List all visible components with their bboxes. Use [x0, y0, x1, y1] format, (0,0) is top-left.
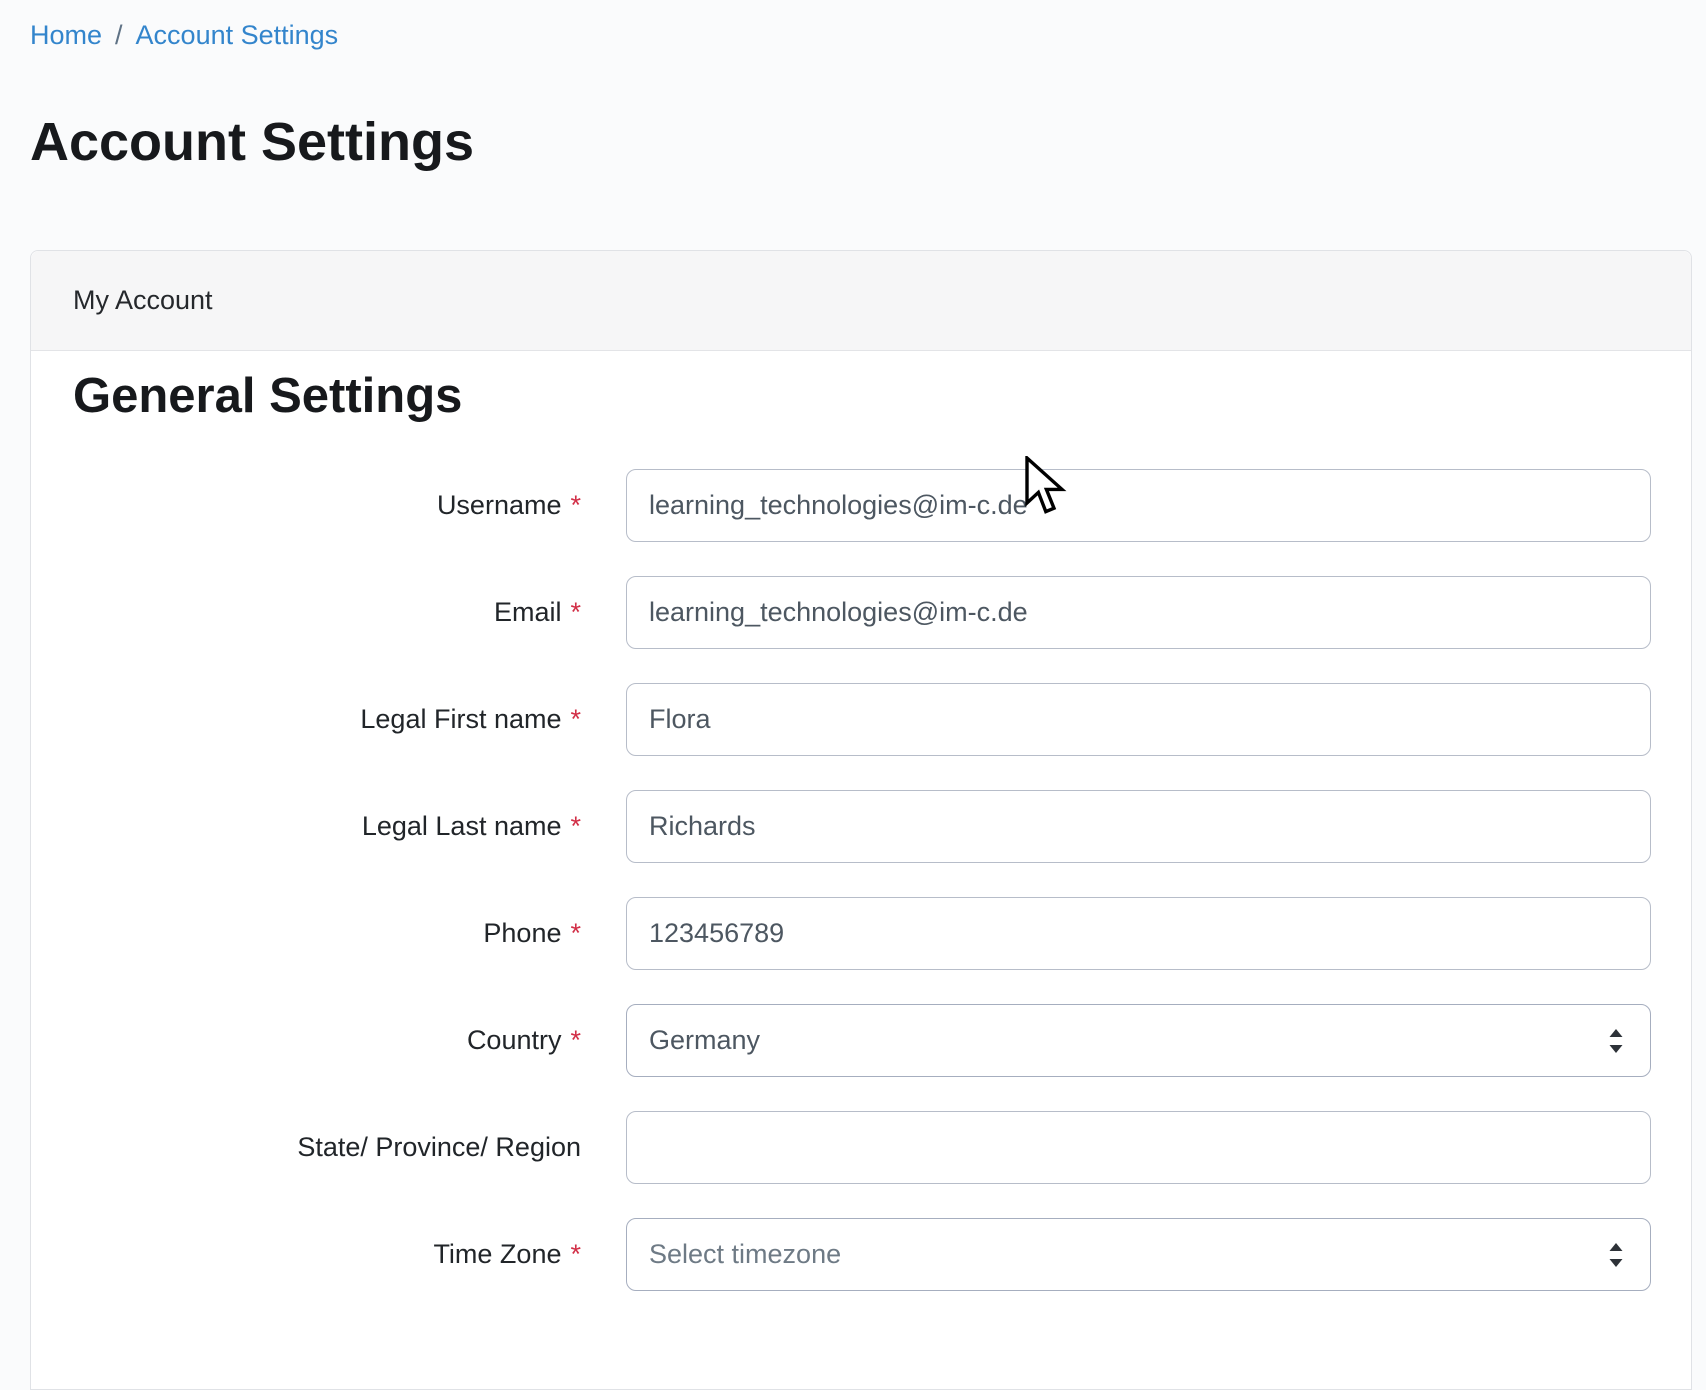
country-label: Country *	[73, 1025, 626, 1056]
phone-required-marker: *	[570, 918, 581, 948]
timezone-selected-value: Select timezone	[649, 1239, 841, 1270]
section-title: General Settings	[73, 369, 1651, 423]
timezone-label-text: Time Zone	[433, 1239, 561, 1269]
country-required-marker: *	[570, 1025, 581, 1055]
timezone-input-col: Select timezone	[626, 1218, 1651, 1291]
email-required-marker: *	[570, 597, 581, 627]
legal-last-name-label: Legal Last name *	[73, 811, 626, 842]
timezone-label: Time Zone *	[73, 1239, 626, 1270]
form-row-username: Username *	[73, 469, 1651, 542]
username-input[interactable]	[626, 469, 1651, 542]
state-input-col	[626, 1111, 1651, 1184]
email-label: Email *	[73, 597, 626, 628]
legal-last-name-input-col	[626, 790, 1651, 863]
form-row-country: Country * Germany	[73, 1004, 1651, 1077]
email-input-col	[626, 576, 1651, 649]
form-row-legal-first-name: Legal First name *	[73, 683, 1651, 756]
timezone-unfold-more-icon	[1606, 1240, 1626, 1270]
legal-last-name-required-marker: *	[570, 811, 581, 841]
username-label-text: Username	[437, 490, 562, 520]
username-input-col	[626, 469, 1651, 542]
breadcrumb-separator: /	[115, 20, 123, 50]
email-label-text: Email	[494, 597, 562, 627]
phone-label: Phone *	[73, 918, 626, 949]
state-label-text: State/ Province/ Region	[297, 1132, 581, 1162]
legal-first-name-label: Legal First name *	[73, 704, 626, 735]
form-row-timezone: Time Zone * Select timezone	[73, 1218, 1651, 1291]
email-input[interactable]	[626, 576, 1651, 649]
legal-first-name-required-marker: *	[570, 704, 581, 734]
legal-first-name-input[interactable]	[626, 683, 1651, 756]
username-required-marker: *	[570, 490, 581, 520]
country-select[interactable]: Germany	[626, 1004, 1651, 1077]
form-row-legal-last-name: Legal Last name *	[73, 790, 1651, 863]
legal-last-name-label-text: Legal Last name	[362, 811, 562, 841]
country-input-col: Germany	[626, 1004, 1651, 1077]
breadcrumb: Home / Account Settings	[0, 0, 1706, 52]
page-title: Account Settings	[30, 110, 1706, 174]
my-account-card: My Account General Settings Username*Ema…	[30, 250, 1692, 1390]
phone-input-col	[626, 897, 1651, 970]
general-settings-form: Username*Email*Legal First name*Legal La…	[73, 469, 1651, 1291]
state-input[interactable]	[626, 1111, 1651, 1184]
form-row-email: Email *	[73, 576, 1651, 649]
timezone-select[interactable]: Select timezone	[626, 1218, 1651, 1291]
country-selected-value: Germany	[649, 1025, 760, 1056]
breadcrumb-account-settings-link[interactable]: Account Settings	[136, 20, 339, 50]
username-label: Username *	[73, 490, 626, 521]
card-body: General Settings Username*Email*Legal Fi…	[31, 351, 1691, 1291]
form-row-state: State/ Province/ Region	[73, 1111, 1651, 1184]
legal-last-name-input[interactable]	[626, 790, 1651, 863]
form-row-phone: Phone *	[73, 897, 1651, 970]
timezone-required-marker: *	[570, 1239, 581, 1269]
breadcrumb-home-link[interactable]: Home	[30, 20, 102, 50]
card-header-title: My Account	[73, 285, 213, 316]
state-label: State/ Province/ Region	[73, 1132, 626, 1163]
country-label-text: Country	[467, 1025, 562, 1055]
phone-label-text: Phone	[483, 918, 561, 948]
card-header: My Account	[31, 251, 1691, 351]
country-unfold-more-icon	[1606, 1026, 1626, 1056]
phone-input[interactable]	[626, 897, 1651, 970]
legal-first-name-input-col	[626, 683, 1651, 756]
legal-first-name-label-text: Legal First name	[360, 704, 561, 734]
